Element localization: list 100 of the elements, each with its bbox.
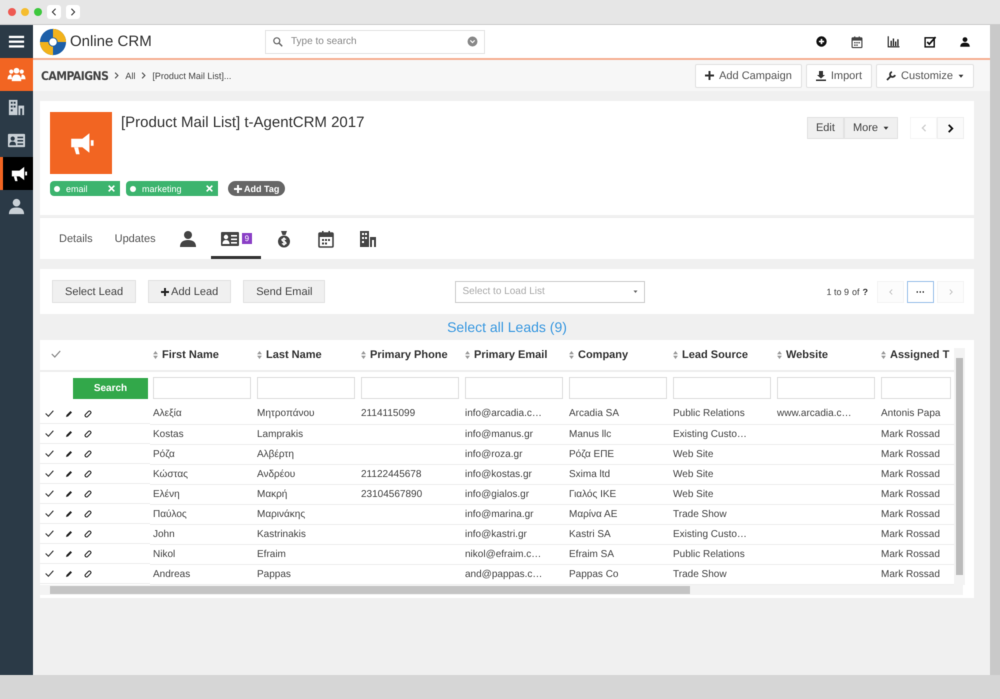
column-header[interactable]: Website bbox=[777, 348, 828, 360]
plus-icon bbox=[234, 184, 242, 192]
table-cell: Μητροπάνου bbox=[257, 408, 315, 420]
download-icon bbox=[816, 70, 826, 80]
table-cell: Existing Custo… bbox=[673, 528, 747, 540]
chevron-right-icon bbox=[69, 8, 77, 16]
filter-field[interactable] bbox=[361, 377, 459, 399]
add-tag-button[interactable]: Add Tag bbox=[228, 181, 286, 196]
table-cell: Mark Rossad bbox=[881, 448, 940, 460]
row-checkbox[interactable] bbox=[44, 508, 55, 519]
chevron-right-icon bbox=[948, 288, 954, 294]
table-cell: Mark Rossad bbox=[881, 488, 940, 500]
table-cell: Μαρίνα ΑΕ bbox=[569, 508, 618, 520]
column-header[interactable]: Assigned T bbox=[881, 348, 950, 360]
horizontal-scrollbar[interactable] bbox=[40, 584, 963, 594]
sort-icon bbox=[777, 350, 782, 358]
pager-of: of bbox=[852, 286, 860, 296]
row-checkbox[interactable] bbox=[44, 548, 55, 559]
column-header[interactable]: Lead Source bbox=[673, 348, 748, 360]
table-cell: Ανδρέου bbox=[257, 468, 296, 480]
table-cell: Web Site bbox=[673, 448, 714, 460]
column-header[interactable]: Primary Phone bbox=[361, 348, 448, 360]
row-checkbox[interactable] bbox=[44, 488, 55, 499]
breadcrumb-module[interactable]: CAMPAIGNS bbox=[41, 68, 108, 82]
remove-icon[interactable] bbox=[206, 185, 213, 192]
tab[interactable]: Details bbox=[50, 218, 102, 259]
user-icon[interactable] bbox=[959, 36, 971, 48]
filter-field[interactable] bbox=[881, 377, 951, 399]
table-cell: Mark Rossad bbox=[881, 568, 940, 580]
building-icon bbox=[7, 98, 26, 117]
table-cell: Kostas bbox=[153, 428, 184, 440]
action-button[interactable]: Import bbox=[806, 64, 872, 88]
table-cell: Lamprakis bbox=[257, 428, 304, 440]
filter-field[interactable] bbox=[569, 377, 667, 399]
task-checkbox-icon[interactable] bbox=[923, 34, 937, 48]
row-checkbox[interactable] bbox=[44, 448, 55, 459]
sort-icon bbox=[569, 350, 574, 358]
table-cell: info@roza.gr bbox=[465, 448, 522, 460]
row-checkbox[interactable] bbox=[44, 568, 55, 579]
chevron-left-icon bbox=[50, 8, 58, 16]
filter-field[interactable] bbox=[257, 377, 355, 399]
sort-icon bbox=[257, 350, 262, 358]
row-checkbox[interactable] bbox=[44, 528, 55, 539]
edit-button[interactable]: Edit bbox=[806, 117, 844, 139]
table-cell: Pappas Co bbox=[569, 568, 618, 580]
close-window-button[interactable] bbox=[8, 8, 16, 16]
table-cell: info@kastri.gr bbox=[465, 528, 527, 540]
table-cell: Pappas bbox=[257, 568, 291, 580]
table-cell: Andreas bbox=[153, 568, 190, 580]
toolbar-button[interactable]: Add Lead bbox=[148, 280, 232, 303]
breadcrumb-link[interactable]: [Product Mail List]... bbox=[152, 70, 232, 80]
table-cell: nikol@efraim.c… bbox=[465, 548, 542, 560]
more-pages-button[interactable]: ··· bbox=[907, 280, 934, 302]
icon-tab[interactable]: 9 bbox=[210, 218, 262, 259]
action-button[interactable]: Customize bbox=[876, 64, 974, 88]
row-checkbox[interactable] bbox=[44, 428, 55, 439]
back-button[interactable] bbox=[47, 5, 61, 19]
filter-field[interactable] bbox=[465, 377, 563, 399]
table-cell: Κώστας bbox=[153, 468, 188, 480]
person-icon bbox=[178, 228, 198, 248]
table-cell: 21122445678 bbox=[361, 468, 422, 480]
page-scrollbar[interactable] bbox=[990, 25, 1000, 675]
select-all-checkbox[interactable] bbox=[50, 348, 62, 360]
table-cell: info@kostas.gr bbox=[465, 468, 532, 480]
table-cell: info@arcadia.c… bbox=[465, 408, 542, 420]
tab[interactable]: Updates bbox=[106, 218, 165, 259]
column-header[interactable]: First Name bbox=[153, 348, 219, 360]
column-header[interactable]: Last Name bbox=[257, 348, 322, 360]
filter-field[interactable] bbox=[673, 377, 771, 399]
table-cell: Kastrinakis bbox=[257, 528, 306, 540]
breadcrumb-link[interactable]: All bbox=[125, 70, 136, 80]
caret-icon bbox=[883, 125, 889, 131]
table-cell: Nikol bbox=[153, 548, 176, 560]
table-cell: Antonis Papa bbox=[881, 408, 940, 420]
column-header[interactable]: Primary Email bbox=[465, 348, 548, 360]
vertical-scrollbar[interactable] bbox=[954, 348, 965, 584]
toolbar-button[interactable]: Send Email bbox=[243, 280, 326, 303]
column-header[interactable]: Company bbox=[569, 348, 628, 360]
filter-field[interactable] bbox=[153, 377, 251, 399]
caret-icon bbox=[958, 72, 964, 78]
calendar-icon[interactable] bbox=[850, 34, 864, 48]
search-field[interactable]: Type to search bbox=[265, 30, 485, 54]
forward-button[interactable] bbox=[66, 5, 80, 19]
count-badge: 9 bbox=[242, 233, 252, 244]
table-cell: Mark Rossad bbox=[881, 428, 940, 440]
add-icon[interactable] bbox=[815, 35, 828, 48]
remove-icon[interactable] bbox=[108, 185, 115, 192]
dropdown-icon[interactable] bbox=[467, 36, 478, 47]
filter-field[interactable] bbox=[777, 377, 875, 399]
toolbar-button[interactable]: Select Lead bbox=[52, 280, 136, 303]
row-checkbox[interactable] bbox=[44, 468, 55, 479]
table-cell: John bbox=[153, 528, 175, 540]
bar-chart-icon[interactable] bbox=[886, 34, 901, 49]
table-cell: Αλβέρτη bbox=[257, 448, 294, 460]
next-record-button[interactable] bbox=[937, 117, 964, 139]
table-cell: Trade Show bbox=[673, 568, 727, 580]
row-checkbox[interactable] bbox=[44, 408, 55, 419]
more-button[interactable]: More bbox=[844, 117, 898, 139]
action-button[interactable]: Add Campaign bbox=[695, 64, 802, 88]
sidebar-item[interactable] bbox=[0, 157, 33, 190]
